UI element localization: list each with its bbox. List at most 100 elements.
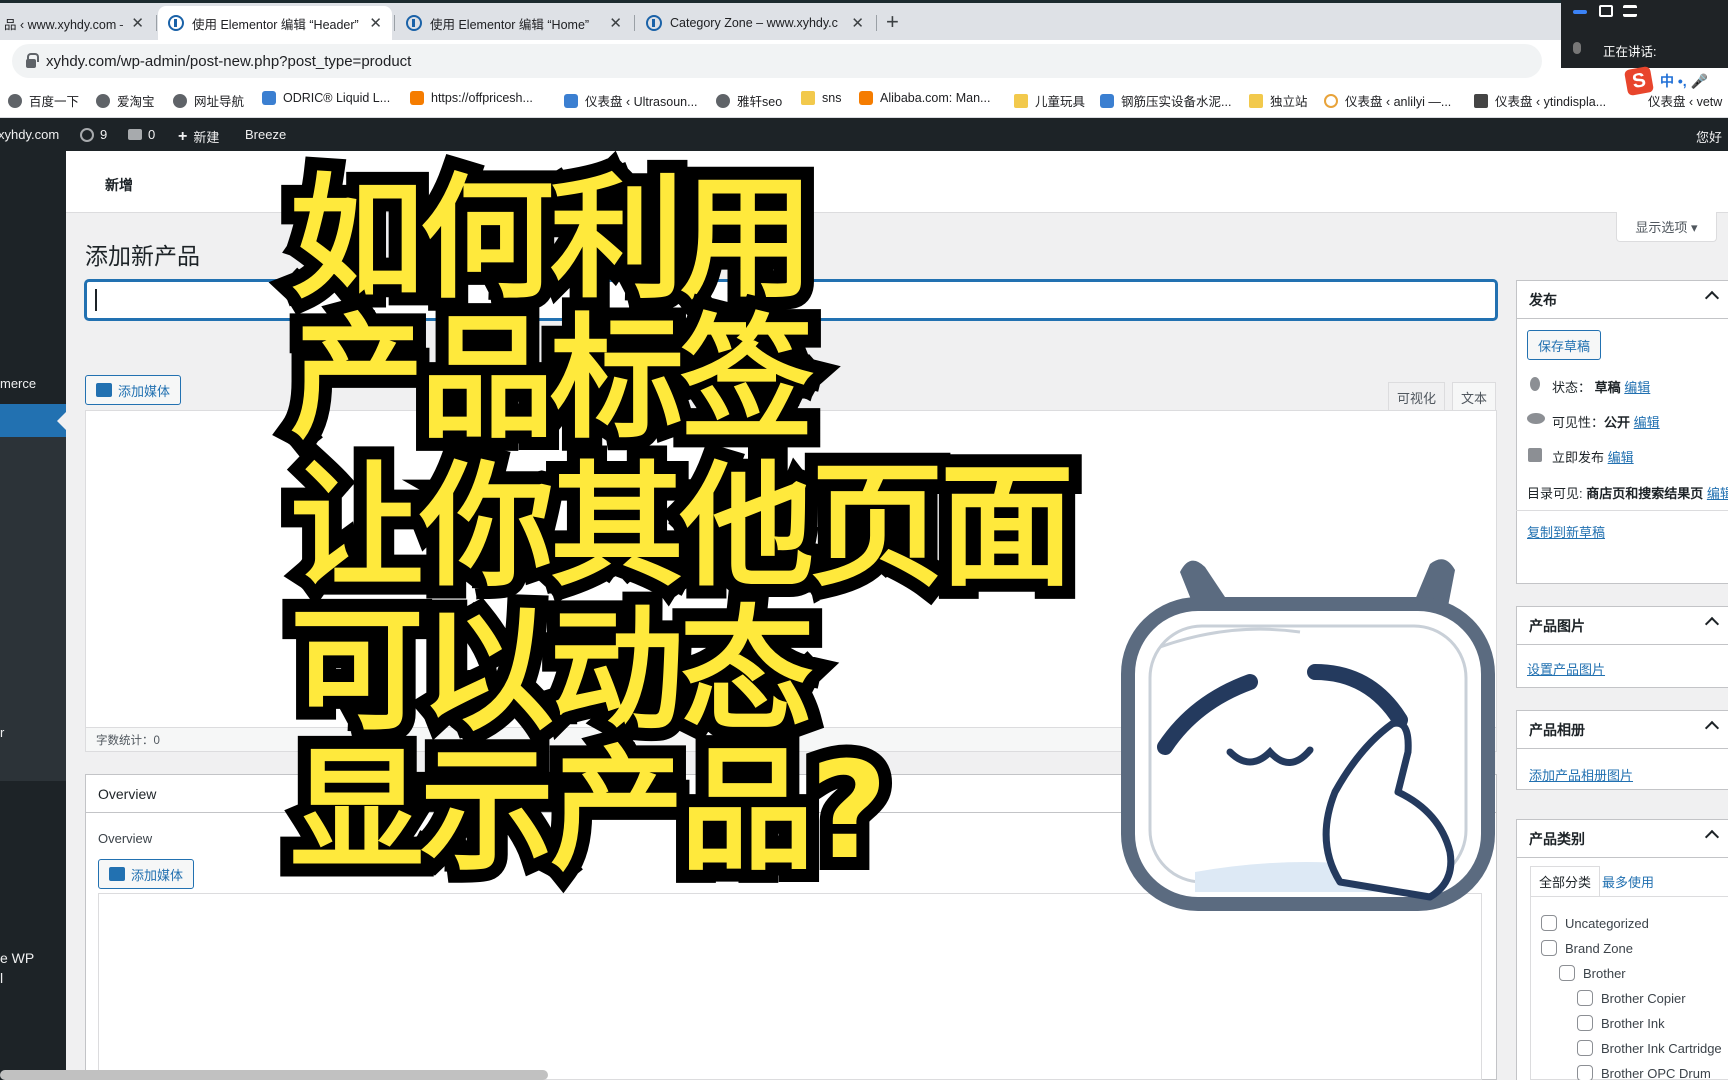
close-icon[interactable]: ✕ <box>609 14 622 32</box>
browser-tab-2[interactable]: 使用 Elementor 编辑 “Header” ✕ <box>158 6 392 40</box>
product-title-input[interactable] <box>85 280 1497 320</box>
overview-add-media-button[interactable]: 添加媒体 <box>98 859 195 889</box>
new-tab-button[interactable]: + <box>886 9 899 35</box>
url-input[interactable]: xyhdy.com/wp-admin/post-new.php?post_typ… <box>12 44 1542 78</box>
checkbox[interactable] <box>1577 1065 1593 1080</box>
updates-link[interactable]: 9 <box>80 127 107 142</box>
tab-most-used[interactable]: 最多使用 <box>1594 866 1662 896</box>
checkbox[interactable] <box>1577 990 1593 1006</box>
bookmark-item[interactable]: 爱淘宝 <box>96 91 155 110</box>
publish-time-row: 立即发布 编辑 <box>1552 447 1634 466</box>
comments-link[interactable]: 0 <box>128 127 155 142</box>
bookmark-label: sns <box>822 91 842 105</box>
subheader-title: 新增 <box>105 177 133 193</box>
category-item[interactable]: Brother <box>1559 965 1626 981</box>
browser-tab-4[interactable]: Category Zone – www.xyhdy.c ✕ <box>636 6 874 40</box>
edit-status-link[interactable]: 编辑 <box>1624 380 1650 395</box>
sogou-logo-icon[interactable]: S <box>1623 65 1655 97</box>
globe-icon <box>173 93 187 108</box>
bookmark-item[interactable]: 仪表盘 ‹ ytindispla... <box>1474 91 1606 110</box>
browser-tab-label: 使用 Elementor 编辑 “Header” <box>192 17 359 32</box>
set-product-image-link[interactable]: 设置产品图片 <box>1527 659 1605 678</box>
product-categories-header[interactable]: 产品类别 <box>1517 820 1728 858</box>
save-draft-button[interactable]: 保存草稿 <box>1527 330 1602 360</box>
category-item[interactable]: Brother Ink Cartridge <box>1577 1040 1722 1056</box>
copy-to-draft-link[interactable]: 复制到新草稿 <box>1527 522 1605 541</box>
bookmark-item[interactable]: 雅轩seo <box>716 91 782 110</box>
current-menu-arrow <box>57 412 66 430</box>
bookmark-item[interactable]: 网址导航 <box>173 91 244 110</box>
checkbox[interactable] <box>1559 965 1575 981</box>
bookmark-label: 网址导航 <box>194 95 245 109</box>
tab-text[interactable]: 文本 <box>1452 382 1497 411</box>
category-item[interactable]: Brother Ink <box>1577 1015 1665 1031</box>
new-label: 新建 <box>193 130 220 145</box>
edit-publish-time-link[interactable]: 编辑 <box>1608 450 1634 465</box>
bookmark-item[interactable]: 儿童玩具 <box>1014 91 1085 110</box>
menu-item-woocommerce[interactable]: merce <box>0 376 36 391</box>
product-image-header[interactable]: 产品图片 <box>1517 607 1728 645</box>
howdy-link[interactable]: 您好 <box>1696 127 1722 146</box>
publish-header[interactable]: 发布 <box>1517 281 1728 319</box>
bookmark-item[interactable]: ODRIC® Liquid L... <box>262 91 390 105</box>
edit-catalog-link[interactable]: 编辑 <box>1707 486 1728 501</box>
product-gallery-header[interactable]: 产品相册 <box>1517 711 1728 749</box>
catalog-value: 商店页和搜索结果页 <box>1586 486 1704 501</box>
minimize-icon[interactable] <box>1573 10 1587 14</box>
ime-mode[interactable]: 中 •, 🎤 <box>1660 71 1708 91</box>
checkbox[interactable] <box>1577 1040 1593 1056</box>
close-icon[interactable]: ✕ <box>369 14 382 32</box>
add-media-button[interactable]: 添加媒体 <box>85 375 182 405</box>
site-icon <box>410 91 424 105</box>
screen-options-button[interactable]: 显示选项 ▾ <box>1616 212 1717 242</box>
browser-tab-1[interactable]: 品 ‹ www.xyhdy.com – ✕ <box>0 6 154 40</box>
menu-item-wp-2[interactable]: l <box>0 970 3 986</box>
browser-tab-3[interactable]: 使用 Elementor 编辑 “Home” ✕ <box>396 6 632 40</box>
category-item[interactable]: Brand Zone <box>1541 940 1633 956</box>
updates-count: 9 <box>100 127 108 142</box>
globe-icon <box>8 93 22 108</box>
microphone-icon <box>1573 42 1581 54</box>
horizontal-scrollbar[interactable] <box>0 1070 548 1080</box>
bookmark-item[interactable]: 仪表盘 ‹ anlilyi —... <box>1324 91 1451 110</box>
bookmark-item[interactable]: sns <box>801 91 841 105</box>
bookmark-item[interactable]: 独立站 <box>1249 91 1308 110</box>
close-icon[interactable]: ✕ <box>131 14 144 32</box>
bookmark-item[interactable]: Alibaba.com: Man... <box>859 91 990 105</box>
category-label: Brand Zone <box>1565 940 1633 956</box>
elementor-icon <box>406 15 422 31</box>
bookmark-item[interactable]: 仪表盘 ‹ Ultrasoun... <box>564 91 698 110</box>
category-item[interactable]: Brother Copier <box>1577 990 1686 1006</box>
checkbox[interactable] <box>1577 1015 1593 1031</box>
comment-icon <box>128 129 142 140</box>
tab-all-categories[interactable]: 全部分类 <box>1530 866 1601 896</box>
window-icon[interactable] <box>1599 5 1613 17</box>
edit-visibility-link[interactable]: 编辑 <box>1634 415 1660 430</box>
publish-now-label: 立即发布 <box>1552 450 1605 465</box>
menu-item-wp[interactable]: e WP <box>0 950 34 966</box>
bookmark-item[interactable]: 钢筋压实设备水泥... <box>1100 91 1231 110</box>
site-name-link[interactable]: xyhdy.com <box>0 127 59 142</box>
plus-icon: + <box>178 127 188 145</box>
bookmark-item[interactable]: 百度一下 <box>8 91 79 110</box>
add-gallery-images-link[interactable]: 添加产品相册图片 <box>1529 765 1633 784</box>
status-value: 草稿 <box>1594 380 1621 395</box>
close-icon[interactable]: ✕ <box>851 14 864 32</box>
category-item[interactable]: Uncategorized <box>1541 915 1649 931</box>
status-row: 状态： 草稿 编辑 <box>1552 377 1650 396</box>
category-item[interactable]: Brother OPC Drum <box>1577 1065 1711 1080</box>
breeze-link[interactable]: Breeze <box>245 127 286 142</box>
bookmark-label: 仪表盘 ‹ Ultrasoun... <box>585 95 698 109</box>
voice-panel: 正在讲话: <box>1561 0 1728 68</box>
tab-visual[interactable]: 可视化 <box>1388 382 1446 411</box>
menu-item-partial[interactable]: r <box>0 725 4 740</box>
browser-tab-label: 品 ‹ www.xyhdy.com – <box>4 17 124 32</box>
checkbox[interactable] <box>1541 940 1557 956</box>
page-subheader: 新增 <box>66 151 1728 213</box>
checkbox[interactable] <box>1541 915 1557 931</box>
lock-icon <box>26 52 39 68</box>
tab-separator <box>156 15 157 31</box>
new-content-link[interactable]: + 新建 <box>178 127 219 146</box>
bookmark-item[interactable]: https://offpricesh... <box>410 91 533 105</box>
menu-icon[interactable] <box>1623 5 1637 17</box>
